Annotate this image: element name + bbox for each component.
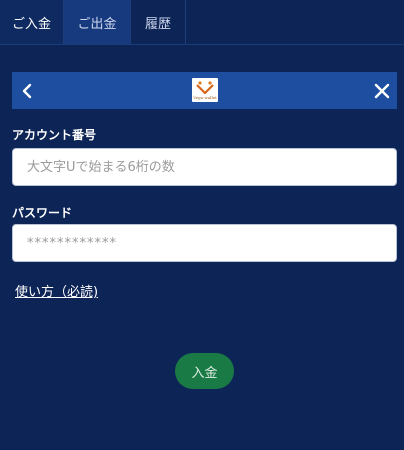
vega-wallet-logo: Vega wallet bbox=[192, 78, 218, 102]
close-button[interactable] bbox=[367, 72, 397, 109]
how-to-use-link[interactable]: 使い方（必読) bbox=[15, 281, 98, 300]
tab-deposit[interactable]: ご入金 bbox=[0, 0, 64, 44]
deposit-submit-button[interactable]: 入金 bbox=[175, 353, 234, 389]
tab-withdraw[interactable]: ご出金 bbox=[64, 0, 131, 44]
tab-history[interactable]: 履歴 bbox=[131, 0, 186, 44]
back-button[interactable] bbox=[12, 72, 42, 109]
account-number-input[interactable] bbox=[12, 148, 397, 186]
account-number-label: アカウント番号 bbox=[12, 128, 97, 142]
close-icon bbox=[374, 83, 390, 98]
logo-text: Vega wallet bbox=[193, 95, 217, 100]
password-input[interactable] bbox=[12, 224, 397, 262]
tab-bar: ご入金 ご出金 履歴 bbox=[0, 0, 404, 45]
chevron-left-icon bbox=[22, 83, 32, 98]
password-label: パスワード bbox=[12, 206, 73, 220]
wallet-header: Vega wallet bbox=[12, 72, 397, 109]
logo-mark-icon bbox=[196, 81, 214, 94]
